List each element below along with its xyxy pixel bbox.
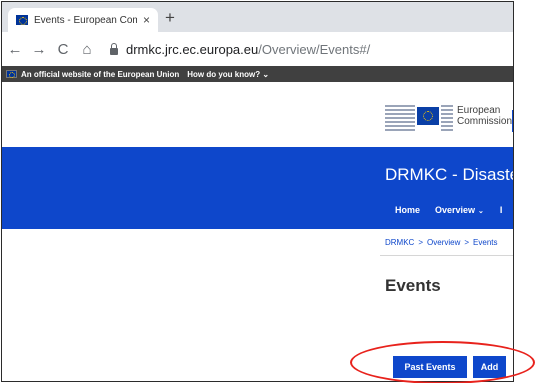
main-navigation: Home Overview ⌄ I: [395, 205, 502, 215]
lock-icon: [110, 42, 118, 55]
breadcrumb-overview[interactable]: Overview: [427, 238, 460, 247]
home-icon[interactable]: ⌂: [76, 41, 98, 58]
page-title: Events: [385, 276, 441, 295]
nav-item-home[interactable]: Home: [395, 205, 420, 215]
eu-favicon-icon: [16, 15, 28, 25]
logo-text: European Commission: [457, 105, 512, 127]
breadcrumb-separator: >: [418, 238, 424, 247]
tab-title: Events - European Commission: [34, 14, 137, 26]
forward-arrow-icon[interactable]: →: [28, 41, 50, 58]
european-commission-logo[interactable]: European Commission: [385, 98, 512, 134]
eu-flag-icon: [6, 70, 17, 78]
nav-item-truncated[interactable]: I: [500, 205, 503, 215]
commission-building-icon: [385, 99, 415, 133]
browser-tab-strip: Events - European Commission × +: [2, 2, 513, 32]
reload-icon[interactable]: C: [52, 41, 74, 58]
eu-flag-logo-icon: [417, 107, 439, 125]
add-button[interactable]: Add: [473, 356, 506, 378]
close-tab-icon[interactable]: ×: [143, 13, 150, 27]
nav-item-overview[interactable]: Overview ⌄: [435, 205, 484, 215]
logo-line-commission: Commission: [457, 116, 513, 127]
browser-tab[interactable]: Events - European Commission ×: [8, 8, 158, 32]
url-host: drmkc.jrc.ec.europa.eu: [126, 41, 259, 57]
how-do-you-know-link[interactable]: How do you know? ⌄: [187, 70, 269, 79]
eu-official-banner: An official website of the European Unio…: [2, 66, 513, 82]
chevron-down-icon: ⌄: [478, 208, 484, 215]
header-divider: [512, 110, 513, 132]
commission-building-right-icon: [441, 99, 453, 133]
breadcrumb-drmkc[interactable]: DRMKC: [385, 238, 414, 247]
site-title[interactable]: DRMKC - Disaste: [385, 165, 513, 185]
breadcrumb-events: Events: [473, 238, 498, 247]
back-arrow-icon[interactable]: ←: [4, 41, 26, 58]
browser-toolbar: ← → C ⌂ drmkc.jrc.ec.europa.eu /Overview…: [2, 32, 513, 66]
breadcrumb-separator: >: [464, 238, 470, 247]
screenshot-frame: Events - European Commission × + ← → C ⌂…: [1, 1, 514, 382]
logo-line-european: European: [457, 105, 501, 116]
site-header-bar: [2, 147, 513, 229]
address-bar[interactable]: drmkc.jrc.ec.europa.eu /Overview/Events#…: [110, 42, 370, 57]
past-events-button[interactable]: Past Events: [393, 356, 467, 378]
breadcrumb: DRMKC > Overview > Events: [385, 238, 498, 247]
breadcrumb-divider: [380, 255, 513, 256]
official-website-text: An official website of the European Unio…: [21, 69, 180, 79]
new-tab-button[interactable]: +: [165, 8, 175, 28]
url-path: /Overview/Events#/: [258, 41, 371, 57]
nav-overview-label: Overview: [435, 205, 476, 215]
